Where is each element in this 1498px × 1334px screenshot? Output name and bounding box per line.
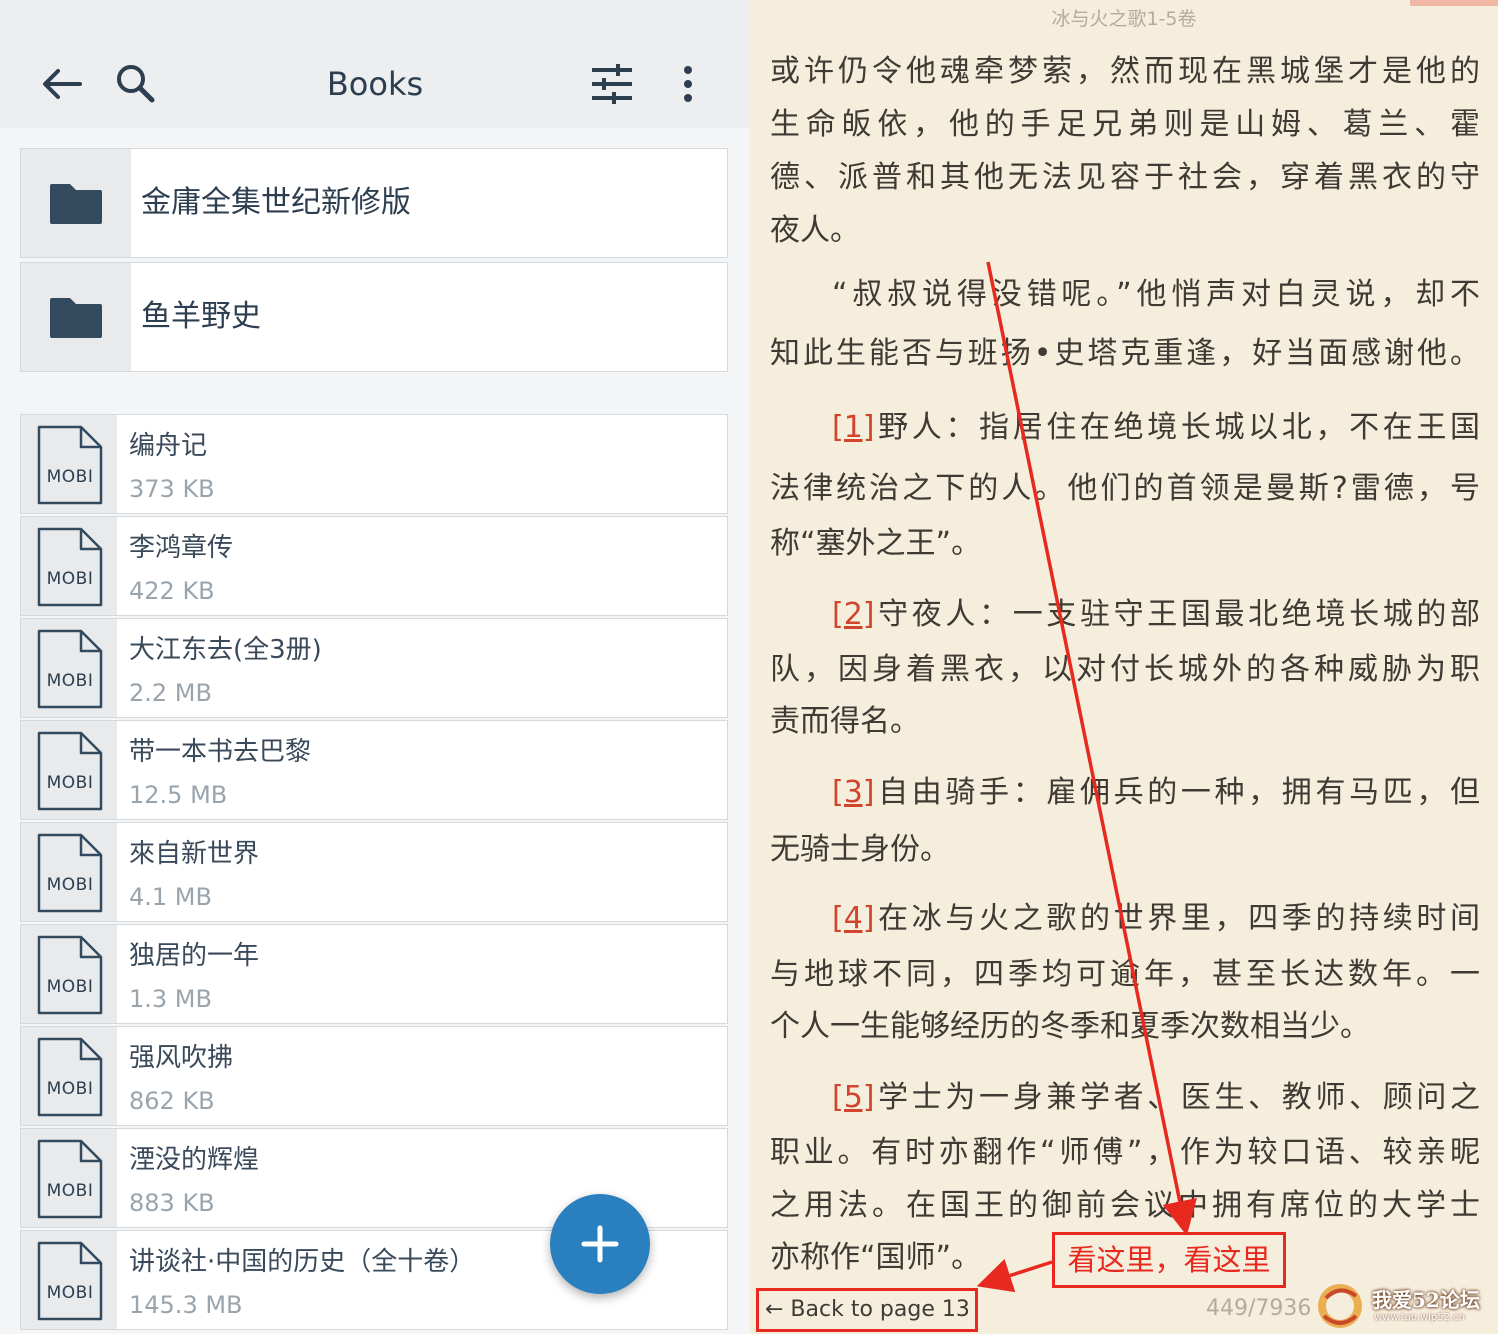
more-options-button[interactable]: [662, 58, 714, 110]
annotation-arrows: [976, 261, 1197, 1293]
arrow-left-icon: [43, 69, 82, 99]
annotation-arrow: [986, 261, 1197, 1236]
folder-icon: [50, 184, 102, 224]
format-label: MOBI: [46, 569, 94, 589]
file-icon: [37, 833, 103, 913]
file-icon: [37, 1241, 103, 1321]
watermark-logo: [1318, 1284, 1362, 1328]
book-item[interactable]: MOBI 独居的一年 1.3 MB: [20, 924, 728, 1024]
folder-name: 金庸全集世纪新修版: [141, 185, 411, 220]
book-item[interactable]: MOBI 來自新世界 4.1 MB: [20, 822, 728, 922]
book-title: 讲谈社·中国的历史（全十卷）: [129, 1247, 476, 1277]
book-title: 带一本书去巴黎: [129, 737, 312, 767]
book-size: 145.3 MB: [129, 1291, 243, 1319]
watermark-url: www.tao.wip52.cn: [1374, 1312, 1466, 1323]
book-title: 编舟记: [129, 431, 208, 461]
watermark: 我爱52论坛 www.tao.wip52.cn: [1310, 1278, 1498, 1334]
book-title: 李鸿章传: [129, 533, 234, 563]
file-icon: [37, 1037, 103, 1117]
book-title: 独居的一年: [129, 941, 260, 971]
book-thumbnail: MOBI: [21, 517, 117, 615]
file-icon: [37, 935, 103, 1015]
book-thumbnail: MOBI: [21, 1027, 117, 1125]
book-title: 大江东去(全3册): [129, 635, 322, 665]
book-size: 4.1 MB: [129, 883, 212, 911]
watermark-text: 我爱52论坛: [1372, 1288, 1480, 1312]
file-icon: [37, 731, 103, 811]
book-title: 來自新世界: [129, 839, 260, 869]
format-label: MOBI: [46, 1079, 94, 1099]
file-icon: [37, 1139, 103, 1219]
book-title: 强风吹拂: [129, 1043, 234, 1073]
book-thumbnail: MOBI: [21, 415, 117, 513]
format-label: MOBI: [46, 1283, 94, 1303]
format-label: MOBI: [46, 875, 94, 895]
book-size: 422 KB: [129, 577, 215, 605]
page-title: Books: [326, 65, 424, 103]
back-to-page-button[interactable]: ← Back to page 13: [756, 1288, 978, 1332]
annotation-callout: 看这里，看这里: [1052, 1232, 1286, 1288]
book-thumbnail: MOBI: [21, 619, 117, 717]
folder-name: 鱼羊野史: [141, 299, 261, 334]
file-icon: [37, 527, 103, 607]
file-icon: [37, 425, 103, 505]
add-book-button[interactable]: [550, 1194, 650, 1294]
book-item[interactable]: MOBI 带一本书去巴黎 12.5 MB: [20, 720, 728, 820]
back-button[interactable]: [36, 58, 88, 110]
library-panel: Books 金庸全集世纪新修版 鱼羊野史 MOBI 编舟记 373 KB MOB…: [0, 0, 750, 1334]
format-label: MOBI: [46, 773, 94, 793]
book-size: 1.3 MB: [129, 985, 212, 1013]
format-label: MOBI: [46, 1181, 94, 1201]
book-size: 862 KB: [129, 1087, 215, 1115]
folder-icon: [50, 298, 102, 338]
book-title: 湮没的辉煌: [129, 1145, 260, 1175]
book-thumbnail: MOBI: [21, 925, 117, 1023]
book-size: 2.2 MB: [129, 679, 212, 707]
plus-icon: [581, 1225, 619, 1263]
more-vertical-icon: [684, 66, 692, 102]
book-thumbnail: MOBI: [21, 721, 117, 819]
book-size: 12.5 MB: [129, 781, 228, 809]
format-label: MOBI: [46, 671, 94, 691]
folder-item[interactable]: 鱼羊野史: [20, 262, 728, 372]
file-icon: [37, 629, 103, 709]
search-icon: [117, 65, 155, 103]
book-thumbnail: MOBI: [21, 823, 117, 921]
sliders-icon: [592, 64, 632, 104]
filter-button[interactable]: [586, 58, 638, 110]
format-label: MOBI: [46, 467, 94, 487]
book-size: 883 KB: [129, 1189, 215, 1217]
page-counter: 449/7936: [1206, 1296, 1312, 1321]
folder-thumbnail: [21, 149, 131, 257]
format-label: MOBI: [46, 977, 94, 997]
book-item[interactable]: MOBI 强风吹拂 862 KB: [20, 1026, 728, 1126]
book-thumbnail: MOBI: [21, 1231, 117, 1329]
book-item[interactable]: MOBI 李鸿章传 422 KB: [20, 516, 728, 616]
reader-panel[interactable]: 冰与火之歌1-5卷 或许仍令他魂牵梦萦，然而现在黑城堡才是他的 生命皈依，他的手…: [750, 0, 1498, 1334]
book-item[interactable]: MOBI 大江东去(全3册) 2.2 MB: [20, 618, 728, 718]
book-item[interactable]: MOBI 编舟记 373 KB: [20, 414, 728, 514]
folder-thumbnail: [21, 263, 131, 371]
book-size: 373 KB: [129, 475, 215, 503]
top-app-bar: Books: [0, 0, 750, 128]
book-thumbnail: MOBI: [21, 1129, 117, 1227]
search-button[interactable]: [110, 58, 162, 110]
annotation-arrow: [976, 1258, 1053, 1293]
folder-item[interactable]: 金庸全集世纪新修版: [20, 148, 728, 258]
